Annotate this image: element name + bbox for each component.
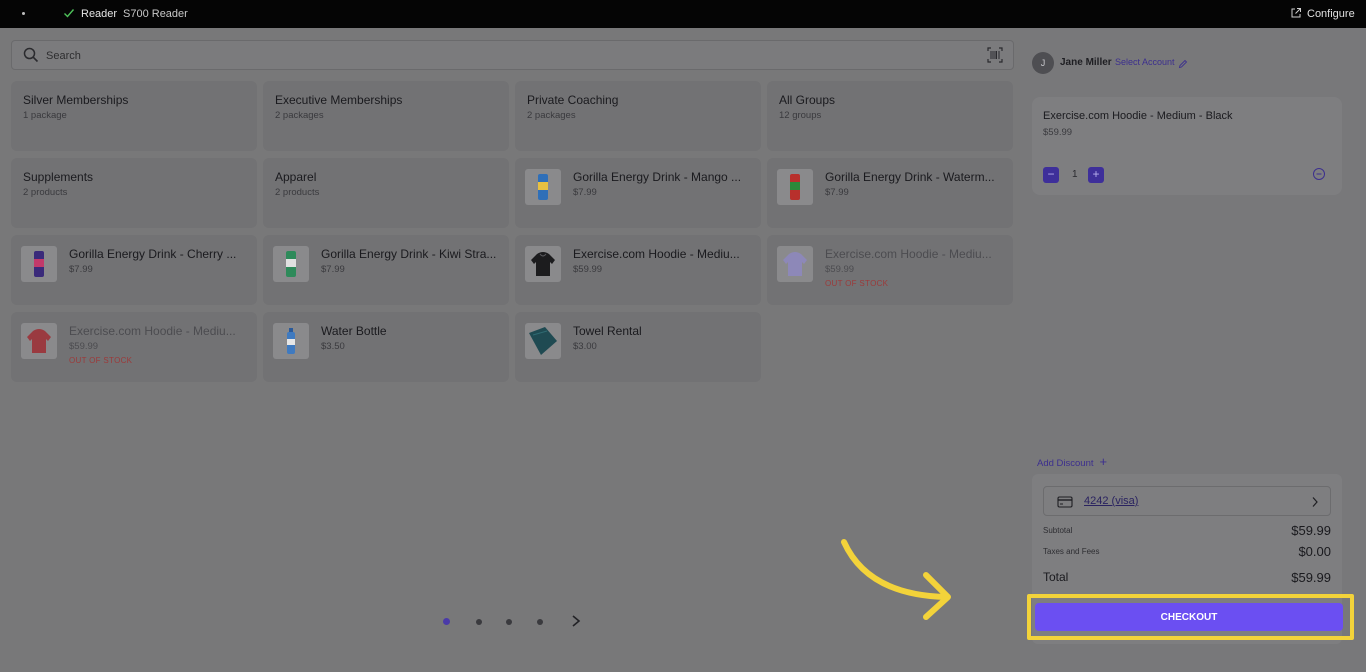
chevron-right-icon [1310,495,1320,513]
water-bottle-icon [273,323,309,359]
barcode-scan-icon[interactable] [987,47,1003,68]
add-discount-link[interactable]: Add Discount + [1037,454,1107,469]
category-name: Executive Memberships [275,93,403,107]
out-of-stock-badge: OUT OF STOCK [825,279,889,288]
page-dot-1[interactable] [443,618,450,625]
select-account-link[interactable]: Select Account [1115,57,1175,67]
page-dot-2[interactable] [476,619,482,625]
product-tile[interactable]: Gorilla Energy Drink - Mango ... $7.99 [515,158,761,228]
energy-drink-can-icon [525,169,561,205]
product-tile[interactable]: Towel Rental $3.00 [515,312,761,382]
category-tile[interactable]: Apparel 2 products [263,158,509,228]
category-count: 1 package [23,110,67,121]
category-name: Apparel [275,170,317,184]
payment-method-selector[interactable]: 4242 (visa) [1043,486,1331,516]
subtotal-value: $59.99 [1291,523,1331,538]
top-bar: Reader S700 Reader Configure [0,0,1366,28]
back-dot-icon[interactable] [22,12,25,15]
product-name: Gorilla Energy Drink - Waterm... [825,170,995,184]
search-input[interactable] [46,47,946,65]
category-name: Private Coaching [527,93,619,107]
towel-icon [525,323,561,359]
product-tile[interactable]: Water Bottle $3.50 [263,312,509,382]
next-page-chevron-icon[interactable] [570,614,582,633]
product-name: Gorilla Energy Drink - Kiwi Stra... [321,247,497,261]
product-tile[interactable]: Exercise.com Hoodie - Mediu... $59.99 OU… [11,312,257,382]
category-count: 2 packages [527,110,576,121]
product-name: Exercise.com Hoodie - Mediu... [573,247,740,261]
quantity-value: 1 [1072,169,1078,180]
product-price: $7.99 [321,264,345,275]
line-item-price: $59.99 [1043,127,1073,138]
taxes-label: Taxes and Fees [1043,547,1100,556]
line-item-name: Exercise.com Hoodie - Medium - Black [1043,110,1233,122]
pointer-arrow-icon [838,537,956,626]
hoodie-icon [777,246,813,282]
energy-drink-can-icon [21,246,57,282]
hoodie-icon [21,323,57,359]
cart-panel: J Jane Miller Select Account Exercise.co… [1020,28,1366,672]
add-discount-label: Add Discount [1037,458,1094,469]
external-link-icon[interactable] [1290,7,1302,22]
product-price: $59.99 [69,341,99,352]
configure-link[interactable]: Configure [1307,8,1355,20]
plus-icon: + [1099,454,1108,469]
product-name: Gorilla Energy Drink - Cherry ... [69,247,237,261]
card-number: 4242 (visa) [1084,495,1139,507]
subtotal-label: Subtotal [1043,526,1073,535]
reader-label: Reader [81,8,118,20]
category-tile[interactable]: Supplements 2 products [11,158,257,228]
category-count: 2 packages [275,110,324,121]
edit-pencil-icon[interactable] [1178,56,1188,74]
product-tile[interactable]: Gorilla Energy Drink - Cherry ... $7.99 [11,235,257,305]
hoodie-icon [525,246,561,282]
category-tile[interactable]: All Groups 12 groups [767,81,1013,151]
credit-card-icon [1057,495,1073,513]
product-name: Water Bottle [321,324,387,338]
check-icon [63,7,75,22]
product-price: $3.00 [573,341,597,352]
cart-line-item: Exercise.com Hoodie - Medium - Black $59… [1032,97,1342,195]
category-name: Silver Memberships [23,93,129,107]
category-tile[interactable]: Silver Memberships 1 package [11,81,257,151]
search-bar [11,40,1014,70]
customer-name: Jane Miller [1060,57,1112,68]
category-tile[interactable]: Executive Memberships 2 packages [263,81,509,151]
product-price: $7.99 [69,264,93,275]
avatar: J [1032,52,1054,74]
category-tile[interactable]: Private Coaching 2 packages [515,81,761,151]
product-price: $3.50 [321,341,345,352]
category-count: 2 products [23,187,68,198]
out-of-stock-badge: OUT OF STOCK [69,356,133,365]
product-price: $7.99 [573,187,597,198]
total-label: Total [1043,570,1069,584]
product-tile[interactable]: Exercise.com Hoodie - Mediu... $59.99 OU… [767,235,1013,305]
category-count: 2 products [275,187,320,198]
product-name: Exercise.com Hoodie - Mediu... [825,247,992,261]
energy-drink-can-icon [273,246,309,282]
category-name: All Groups [779,93,836,107]
increase-quantity-button[interactable]: + [1088,167,1104,183]
total-value: $59.99 [1291,570,1331,585]
checkout-button[interactable]: CHECKOUT [1035,603,1343,631]
taxes-value: $0.00 [1298,544,1331,559]
product-tile[interactable]: Gorilla Energy Drink - Waterm... $7.99 [767,158,1013,228]
product-name: Towel Rental [573,324,642,338]
product-tile[interactable]: Exercise.com Hoodie - Mediu... $59.99 [515,235,761,305]
product-name: Exercise.com Hoodie - Mediu... [69,324,236,338]
product-price: $59.99 [573,264,603,275]
product-name: Gorilla Energy Drink - Mango ... [573,170,742,184]
remove-item-icon[interactable] [1312,167,1326,186]
category-name: Supplements [23,170,94,184]
search-icon [23,47,39,68]
page-dot-3[interactable] [506,619,512,625]
product-price: $59.99 [825,264,855,275]
page-dot-4[interactable] [537,619,543,625]
device-name: S700 Reader [123,8,188,20]
product-tile[interactable]: Gorilla Energy Drink - Kiwi Stra... $7.9… [263,235,509,305]
decrease-quantity-button[interactable]: − [1043,167,1059,183]
category-count: 12 groups [779,110,822,121]
energy-drink-can-icon [777,169,813,205]
product-price: $7.99 [825,187,849,198]
